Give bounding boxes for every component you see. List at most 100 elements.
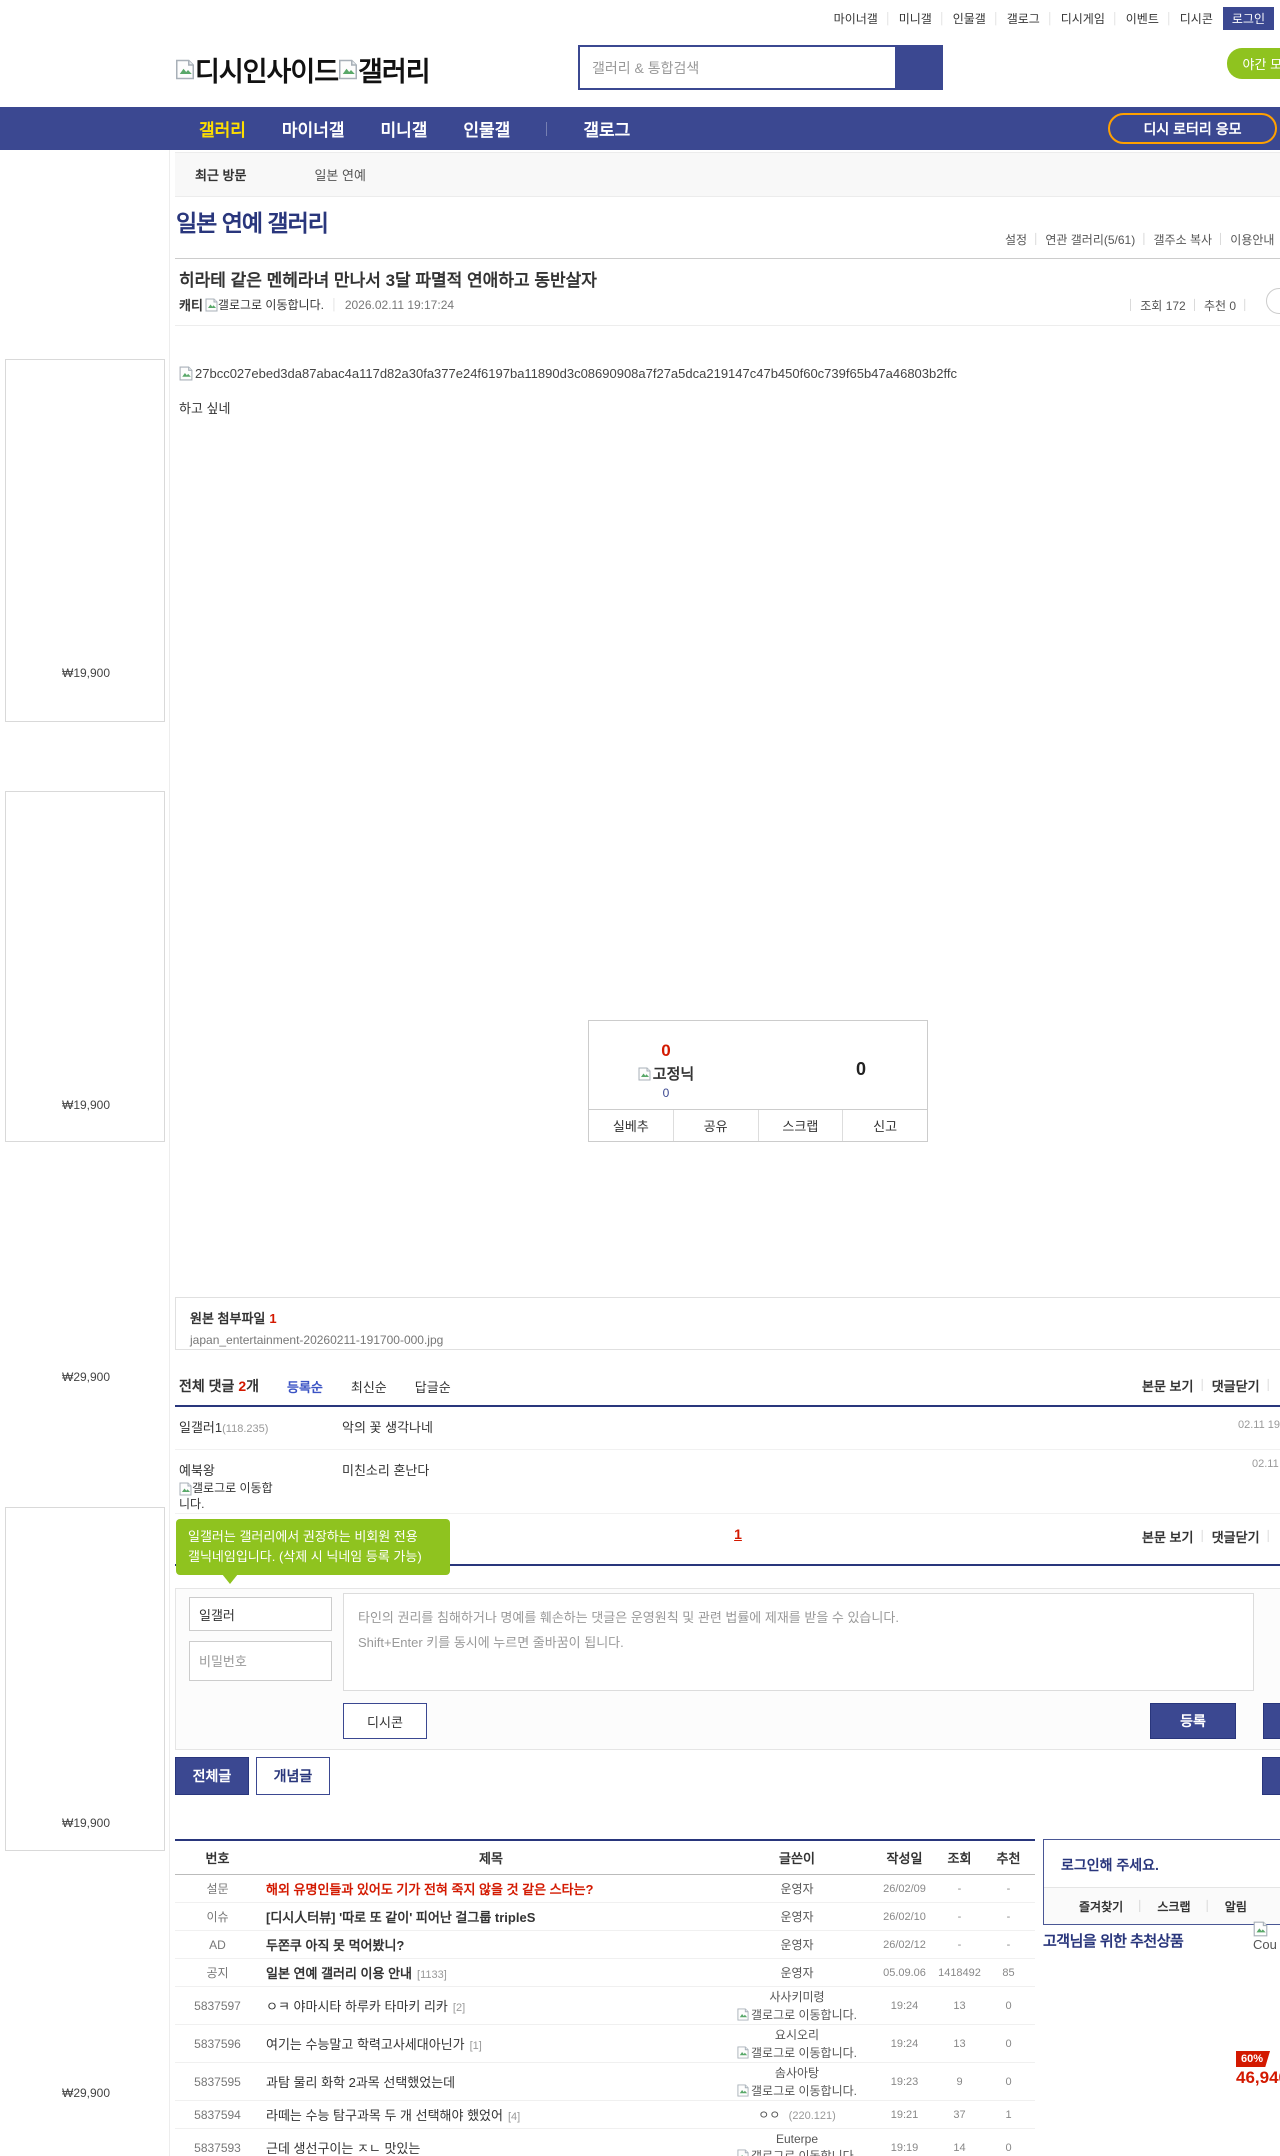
sort-by-registered[interactable]: 등록순	[287, 1377, 323, 1396]
comment-writer[interactable]: 일갤러1	[179, 1420, 222, 1435]
post-link[interactable]: 두쫀쿠 아직 못 먹어봤니?	[260, 1935, 722, 1954]
post-writer[interactable]: 캐티	[179, 295, 203, 314]
top-link-mini-gallery[interactable]: 미니갤	[899, 10, 932, 27]
ad-brand-alt-text: Cou	[1253, 1936, 1277, 1952]
related-galleries-link[interactable]: 연관 갤러리(5/61)	[1045, 231, 1135, 248]
comment-text: 악의 꽃 생각나네	[342, 1420, 433, 1435]
comment-writer-gallog[interactable]: 갤로그로 이동합니다.	[179, 1481, 275, 1512]
comment-submit-button-secondary[interactable]: 등록	[1263, 1703, 1280, 1739]
row-writer[interactable]: Euterpe 갤로그로 이동합니다.	[722, 2132, 872, 2156]
dccon-button[interactable]: 디시콘	[343, 1703, 427, 1739]
row-writer[interactable]: 솜사아탕 갤로그로 이동합니다.	[722, 2064, 872, 2099]
go-to-comments-button[interactable]	[1266, 288, 1280, 314]
row-writer[interactable]: ㅇㅇ (220.121)	[722, 2106, 872, 2123]
gallog-link[interactable]: 갤로그로 이동합니다.	[218, 296, 324, 313]
tooltip-tail	[222, 1574, 238, 1585]
nav-item-gallery[interactable]: 갤러리	[199, 116, 246, 141]
row-writer[interactable]: 운영자	[722, 1908, 872, 1925]
tab-all-posts[interactable]: 전체글	[175, 1757, 249, 1795]
site-logo[interactable]: 디시인사이드 갤러리	[175, 50, 431, 89]
ad-price[interactable]: ₩29,900	[62, 2086, 110, 2100]
share-button[interactable]: 공유	[672, 1110, 758, 1141]
scrap-button[interactable]: 스크랩	[757, 1110, 843, 1141]
row-date: 19:21	[890, 2108, 919, 2121]
ad-price[interactable]: ₩19,900	[62, 1098, 110, 1112]
comment-nickname-input[interactable]	[189, 1597, 332, 1631]
notifications-link[interactable]: 알림	[1225, 1898, 1247, 1915]
comment-password-input[interactable]	[189, 1641, 332, 1681]
nickname-tooltip: 일갤러는 갤러리에서 권장하는 비회원 전용 갤닉네임입니다. (삭제 시 닉네…	[176, 1519, 450, 1585]
post-link[interactable]: 여기는 수능말고 학력고사세대아닌가 [1]	[260, 2034, 722, 2053]
gallery-settings-link[interactable]: 설정	[1005, 231, 1027, 248]
sort-by-newest[interactable]: 최신순	[351, 1377, 387, 1396]
side-ad[interactable]	[5, 1507, 165, 1851]
post-link[interactable]: 과탐 물리 화학 2과목 선택했었는데	[260, 2072, 722, 2091]
close-comments-link[interactable]: 댓글닫기	[1212, 1376, 1260, 1395]
breadcrumb-current-gallery[interactable]: 일본 연예	[314, 165, 365, 184]
comment-textarea[interactable]: 타인의 권리를 침해하거나 명예를 훼손하는 댓글은 운영원칙 및 관련 법률에…	[343, 1593, 1254, 1691]
row-writer[interactable]: 요시오리 갤로그로 이동합니다.	[722, 2026, 872, 2061]
top-link-dccon[interactable]: 디시콘	[1180, 10, 1213, 27]
post-link[interactable]: ㅇㅋ 야마시타 하루카 타마키 리카 [2]	[260, 1996, 722, 2015]
night-mode-toggle[interactable]: 야간 모드	[1226, 48, 1280, 79]
comment-item: 일갤러1(118.235) 악의 꽃 생각나네 02.11 19:	[175, 1407, 1280, 1450]
sort-by-reply[interactable]: 답글순	[415, 1377, 451, 1396]
page-title[interactable]: 일본 연예 갤러리	[176, 204, 329, 238]
row-writer[interactable]: 운영자	[722, 1880, 872, 1897]
post-broken-image: 27bcc027ebed3da87abac4a117d82a30fa377e24…	[179, 366, 957, 381]
post-link[interactable]: 일본 연예 갤러리 이용 안내 [1133]	[260, 1963, 722, 1982]
top-link-dcgame[interactable]: 디시게임	[1061, 10, 1105, 27]
row-number: 공지	[206, 1966, 229, 1980]
recent-visit-label[interactable]: 최근 방문	[195, 165, 246, 184]
view-post-link[interactable]: 본문 보기	[1142, 1527, 1193, 1546]
report-button[interactable]: 신고	[842, 1110, 927, 1141]
comments-page-1[interactable]: 1	[726, 1526, 750, 1542]
top-link-person-gallery[interactable]: 인물갤	[953, 10, 986, 27]
nav-item-mini-gallery[interactable]: 미니갤	[380, 116, 427, 141]
copy-gallery-url-link[interactable]: 갤주소 복사	[1153, 231, 1212, 248]
search-button[interactable]	[897, 45, 943, 90]
gallery-guide-link[interactable]: 이용안내	[1230, 231, 1274, 248]
post-link[interactable]: 라떼는 수능 탐구과목 두 개 선택해야 했었어 [4]	[260, 2105, 722, 2124]
product-price[interactable]: 46,940	[1236, 2068, 1280, 2088]
upvote-area[interactable]: 0 고정닉 0	[611, 1041, 721, 1100]
write-post-button[interactable]: 글쓰기	[1262, 1757, 1280, 1795]
row-writer[interactable]: 운영자	[722, 1936, 872, 1953]
ad-price[interactable]: ₩19,900	[62, 666, 110, 680]
attachment-filename[interactable]: japan_entertainment-20260211-191700-000.…	[190, 1333, 1275, 1347]
login-button[interactable]: 로그인	[1222, 7, 1274, 30]
post-date: 2026.02.11 19:17:24	[344, 297, 455, 312]
search-input[interactable]	[592, 59, 872, 76]
view-post-link[interactable]: 본문 보기	[1142, 1376, 1193, 1395]
tab-best-posts[interactable]: 개념글	[256, 1757, 330, 1795]
fixed-nick-label: 고정닉	[652, 1066, 695, 1083]
post-link[interactable]: [디시人터뷰] '따로 또 같이' 피어난 걸그룹 tripleS	[260, 1907, 722, 1926]
silbechu-button[interactable]: 실베추	[589, 1110, 673, 1141]
comments-header: 전체 댓글 2개 등록순 최신순 답글순	[179, 1377, 451, 1396]
ad-price[interactable]: ₩19,900	[62, 1816, 110, 1830]
row-writer[interactable]: 사사키미령 갤로그로 이동합니다.	[722, 1988, 872, 2023]
dc-lottery-button[interactable]: 디시 로터리 응모	[1108, 113, 1277, 144]
broken-image-icon	[179, 366, 193, 381]
comment-writer[interactable]: 예북왕	[179, 1463, 215, 1478]
close-comments-link[interactable]: 댓글닫기	[1212, 1527, 1260, 1546]
broken-image-icon	[339, 59, 358, 80]
post-link[interactable]: 근데 생선구이는 ㅈㄴ 맛있는	[260, 2138, 722, 2156]
top-link-event[interactable]: 이벤트	[1126, 10, 1159, 27]
post-link[interactable]: 해외 유명인들과 있어도 기가 전혀 죽지 않을 것 같은 스타는?	[260, 1879, 722, 1898]
favorites-link[interactable]: 즐겨찾기	[1079, 1898, 1123, 1915]
row-writer[interactable]: 운영자	[722, 1964, 872, 1981]
ad-price[interactable]: ₩29,900	[62, 1370, 110, 1384]
top-link-minor-gallery[interactable]: 마이너갤	[834, 10, 878, 27]
row-rec: 85	[1002, 1966, 1015, 1979]
comments-total-label: 전체 댓글	[179, 1378, 235, 1394]
downvote-count[interactable]: 0	[841, 1059, 881, 1080]
nav-item-minor-gallery[interactable]: 마이너갤	[282, 116, 345, 141]
side-ad[interactable]	[5, 791, 165, 1142]
nav-item-person-gallery[interactable]: 인물갤	[463, 116, 510, 141]
comment-submit-button[interactable]: 등록	[1150, 1703, 1236, 1739]
table-row: 5837597 ㅇㅋ 야마시타 하루카 타마키 리카 [2] 사사키미령 갤로그로 …	[175, 1987, 1035, 2025]
top-link-gallog[interactable]: 갤로그	[1007, 10, 1040, 27]
nav-item-gallog[interactable]: 갤로그	[583, 116, 630, 141]
scrap-link[interactable]: 스크랩	[1157, 1898, 1190, 1915]
